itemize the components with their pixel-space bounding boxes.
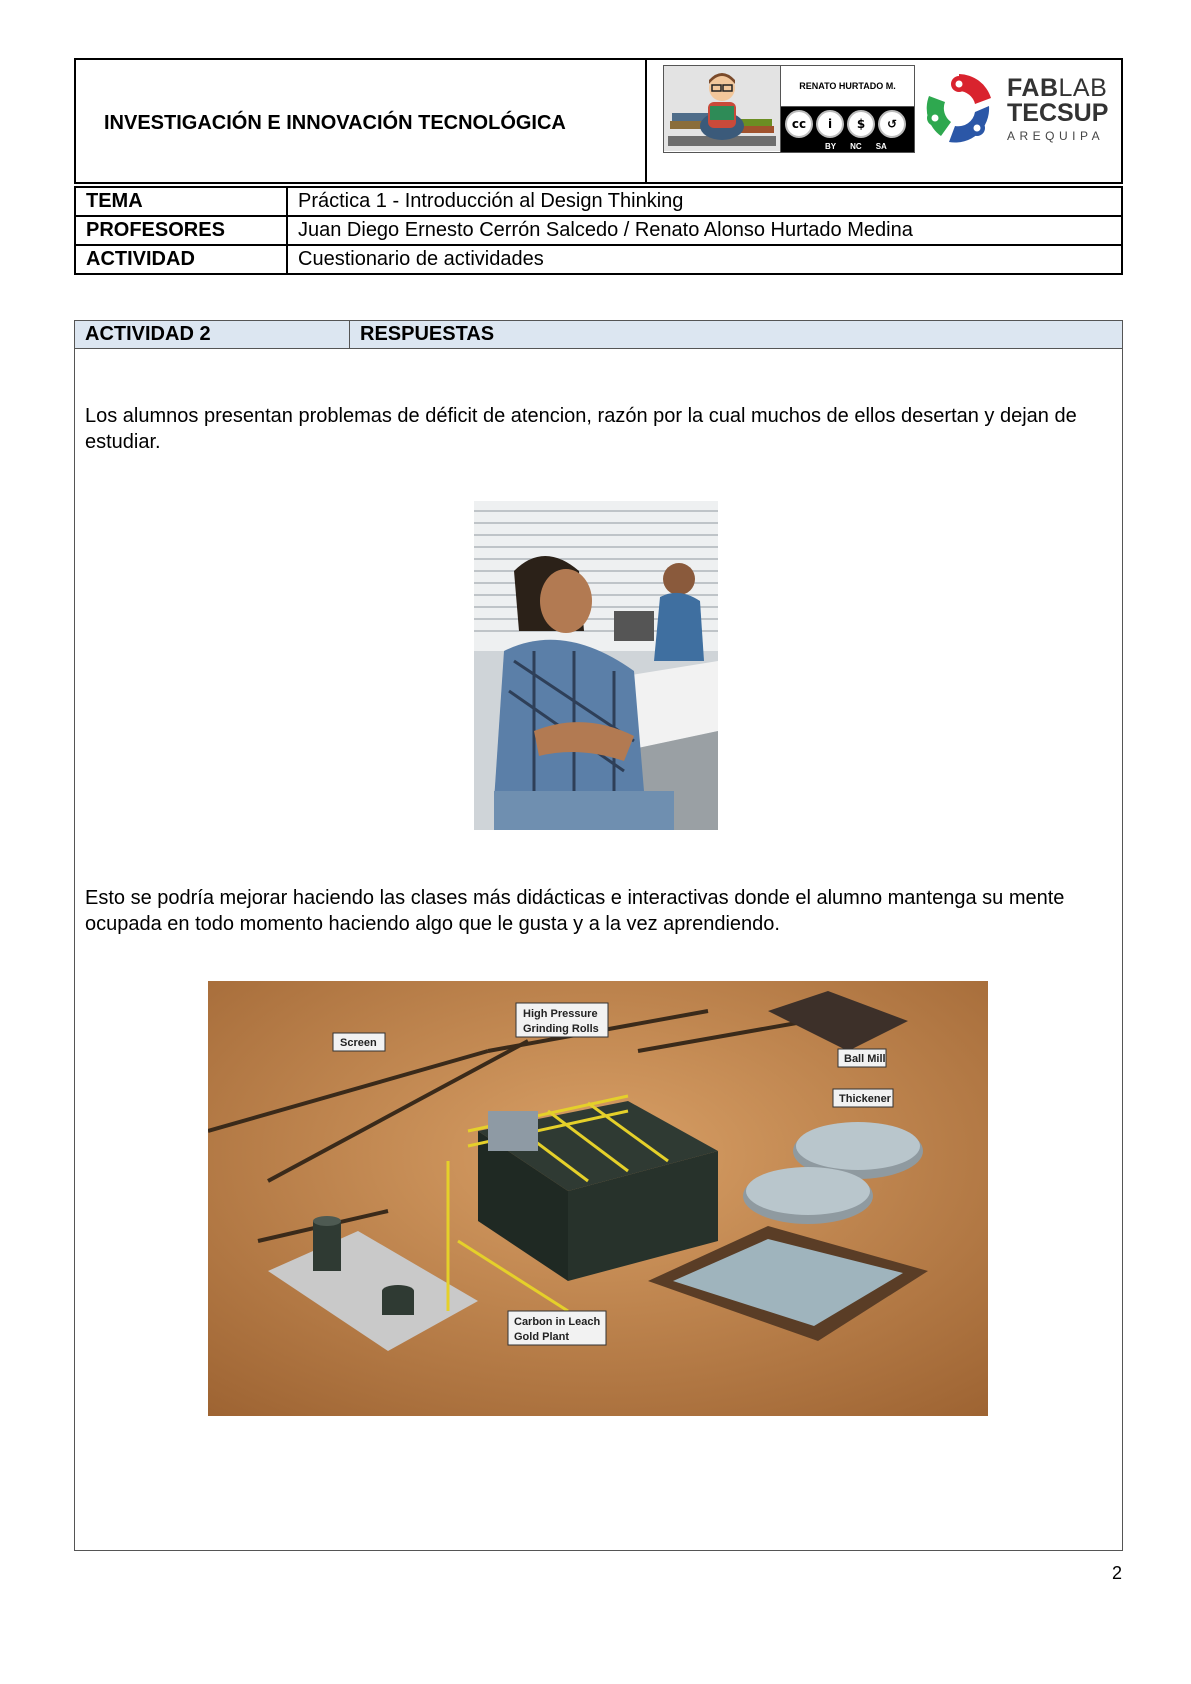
activity-header-label: ACTIVIDAD 2 <box>75 321 350 348</box>
label-ball-mill: Ball Mill <box>844 1053 886 1065</box>
author-name: RENATO HURTADO M. <box>781 66 914 107</box>
info-row-tema: TEMA Práctica 1 - Introducción al Design… <box>74 186 1123 217</box>
fablab-wordmark: FABLAB TECSUP AREQUIPA <box>1007 74 1109 143</box>
fablab-lab: LAB <box>1058 74 1108 102</box>
info-label: TEMA <box>74 186 288 217</box>
header-title-cell: INVESTIGACIÓN E INNOVACIÓN TECNOLÓGICA <box>76 60 647 182</box>
activity-section: ACTIVIDAD 2 RESPUESTAS Los alumnos prese… <box>74 320 1123 1551</box>
nc-icon: $ <box>847 110 875 138</box>
info-table: TEMA Práctica 1 - Introducción al Design… <box>74 186 1123 275</box>
info-row-profesores: PROFESORES Juan Diego Ernesto Cerrón Sal… <box>74 215 1123 246</box>
header-logos-cell: RENATO HURTADO M. cc i $ ↺ BY NC SA FABL… <box>647 60 1121 182</box>
label-hpgr-line2: Grinding Rolls <box>523 1023 599 1035</box>
label-screen: Screen <box>340 1037 377 1049</box>
label-cil-line2: Gold Plant <box>514 1331 569 1343</box>
answers-header-label: RESPUESTAS <box>360 323 495 345</box>
label-thickener: Thickener <box>839 1093 892 1105</box>
sa-icon: ↺ <box>878 110 906 138</box>
sleeping-student-photo <box>474 501 718 830</box>
badge-text-area: RENATO HURTADO M. cc i $ ↺ BY NC SA <box>780 66 914 152</box>
license-label-nc: NC <box>850 142 862 151</box>
activity-header-row: ACTIVIDAD 2 RESPUESTAS <box>75 321 1122 349</box>
cc-license-strip: cc i $ ↺ BY NC SA <box>781 107 914 152</box>
answer-paragraph-solution: Esto se podría mejorar haciendo las clas… <box>85 887 1065 935</box>
info-row-actividad: ACTIVIDAD Cuestionario de actividades <box>74 244 1123 275</box>
info-value: Juan Diego Ernesto Cerrón Salcedo / Rena… <box>286 215 1123 246</box>
fablab-tecsup: TECSUP <box>1007 99 1109 127</box>
license-label-by: BY <box>825 142 837 151</box>
gold-plant-illustration: Screen High Pressure Grinding Rolls Ball… <box>208 981 988 1416</box>
license-label-sa: SA <box>875 142 887 151</box>
label-hpgr-line1: High Pressure <box>523 1008 598 1020</box>
fablab-fab: FAB <box>1007 74 1059 102</box>
document-title: INVESTIGACIÓN E INNOVACIÓN TECNOLÓGICA <box>104 111 566 134</box>
by-icon: i <box>816 110 844 138</box>
info-label: ACTIVIDAD <box>74 244 288 275</box>
author-avatar <box>664 66 780 151</box>
cc-icon: cc <box>785 110 813 138</box>
label-cil-line1: Carbon in Leach <box>514 1316 600 1328</box>
page-number: 2 <box>1112 1563 1123 1583</box>
fablab-arequipa: AREQUIPA <box>1007 129 1105 143</box>
fablab-logo-icon <box>926 74 991 143</box>
info-value: Cuestionario de actividades <box>286 244 1123 275</box>
info-value: Práctica 1 - Introducción al Design Thin… <box>286 186 1123 217</box>
author-license-badge: RENATO HURTADO M. cc i $ ↺ BY NC SA <box>663 65 915 153</box>
document-header: INVESTIGACIÓN E INNOVACIÓN TECNOLÓGICA R… <box>74 58 1123 184</box>
info-label: PROFESORES <box>74 215 288 246</box>
answer-paragraph-problem: Los alumnos presentan problemas de défic… <box>85 405 1077 453</box>
